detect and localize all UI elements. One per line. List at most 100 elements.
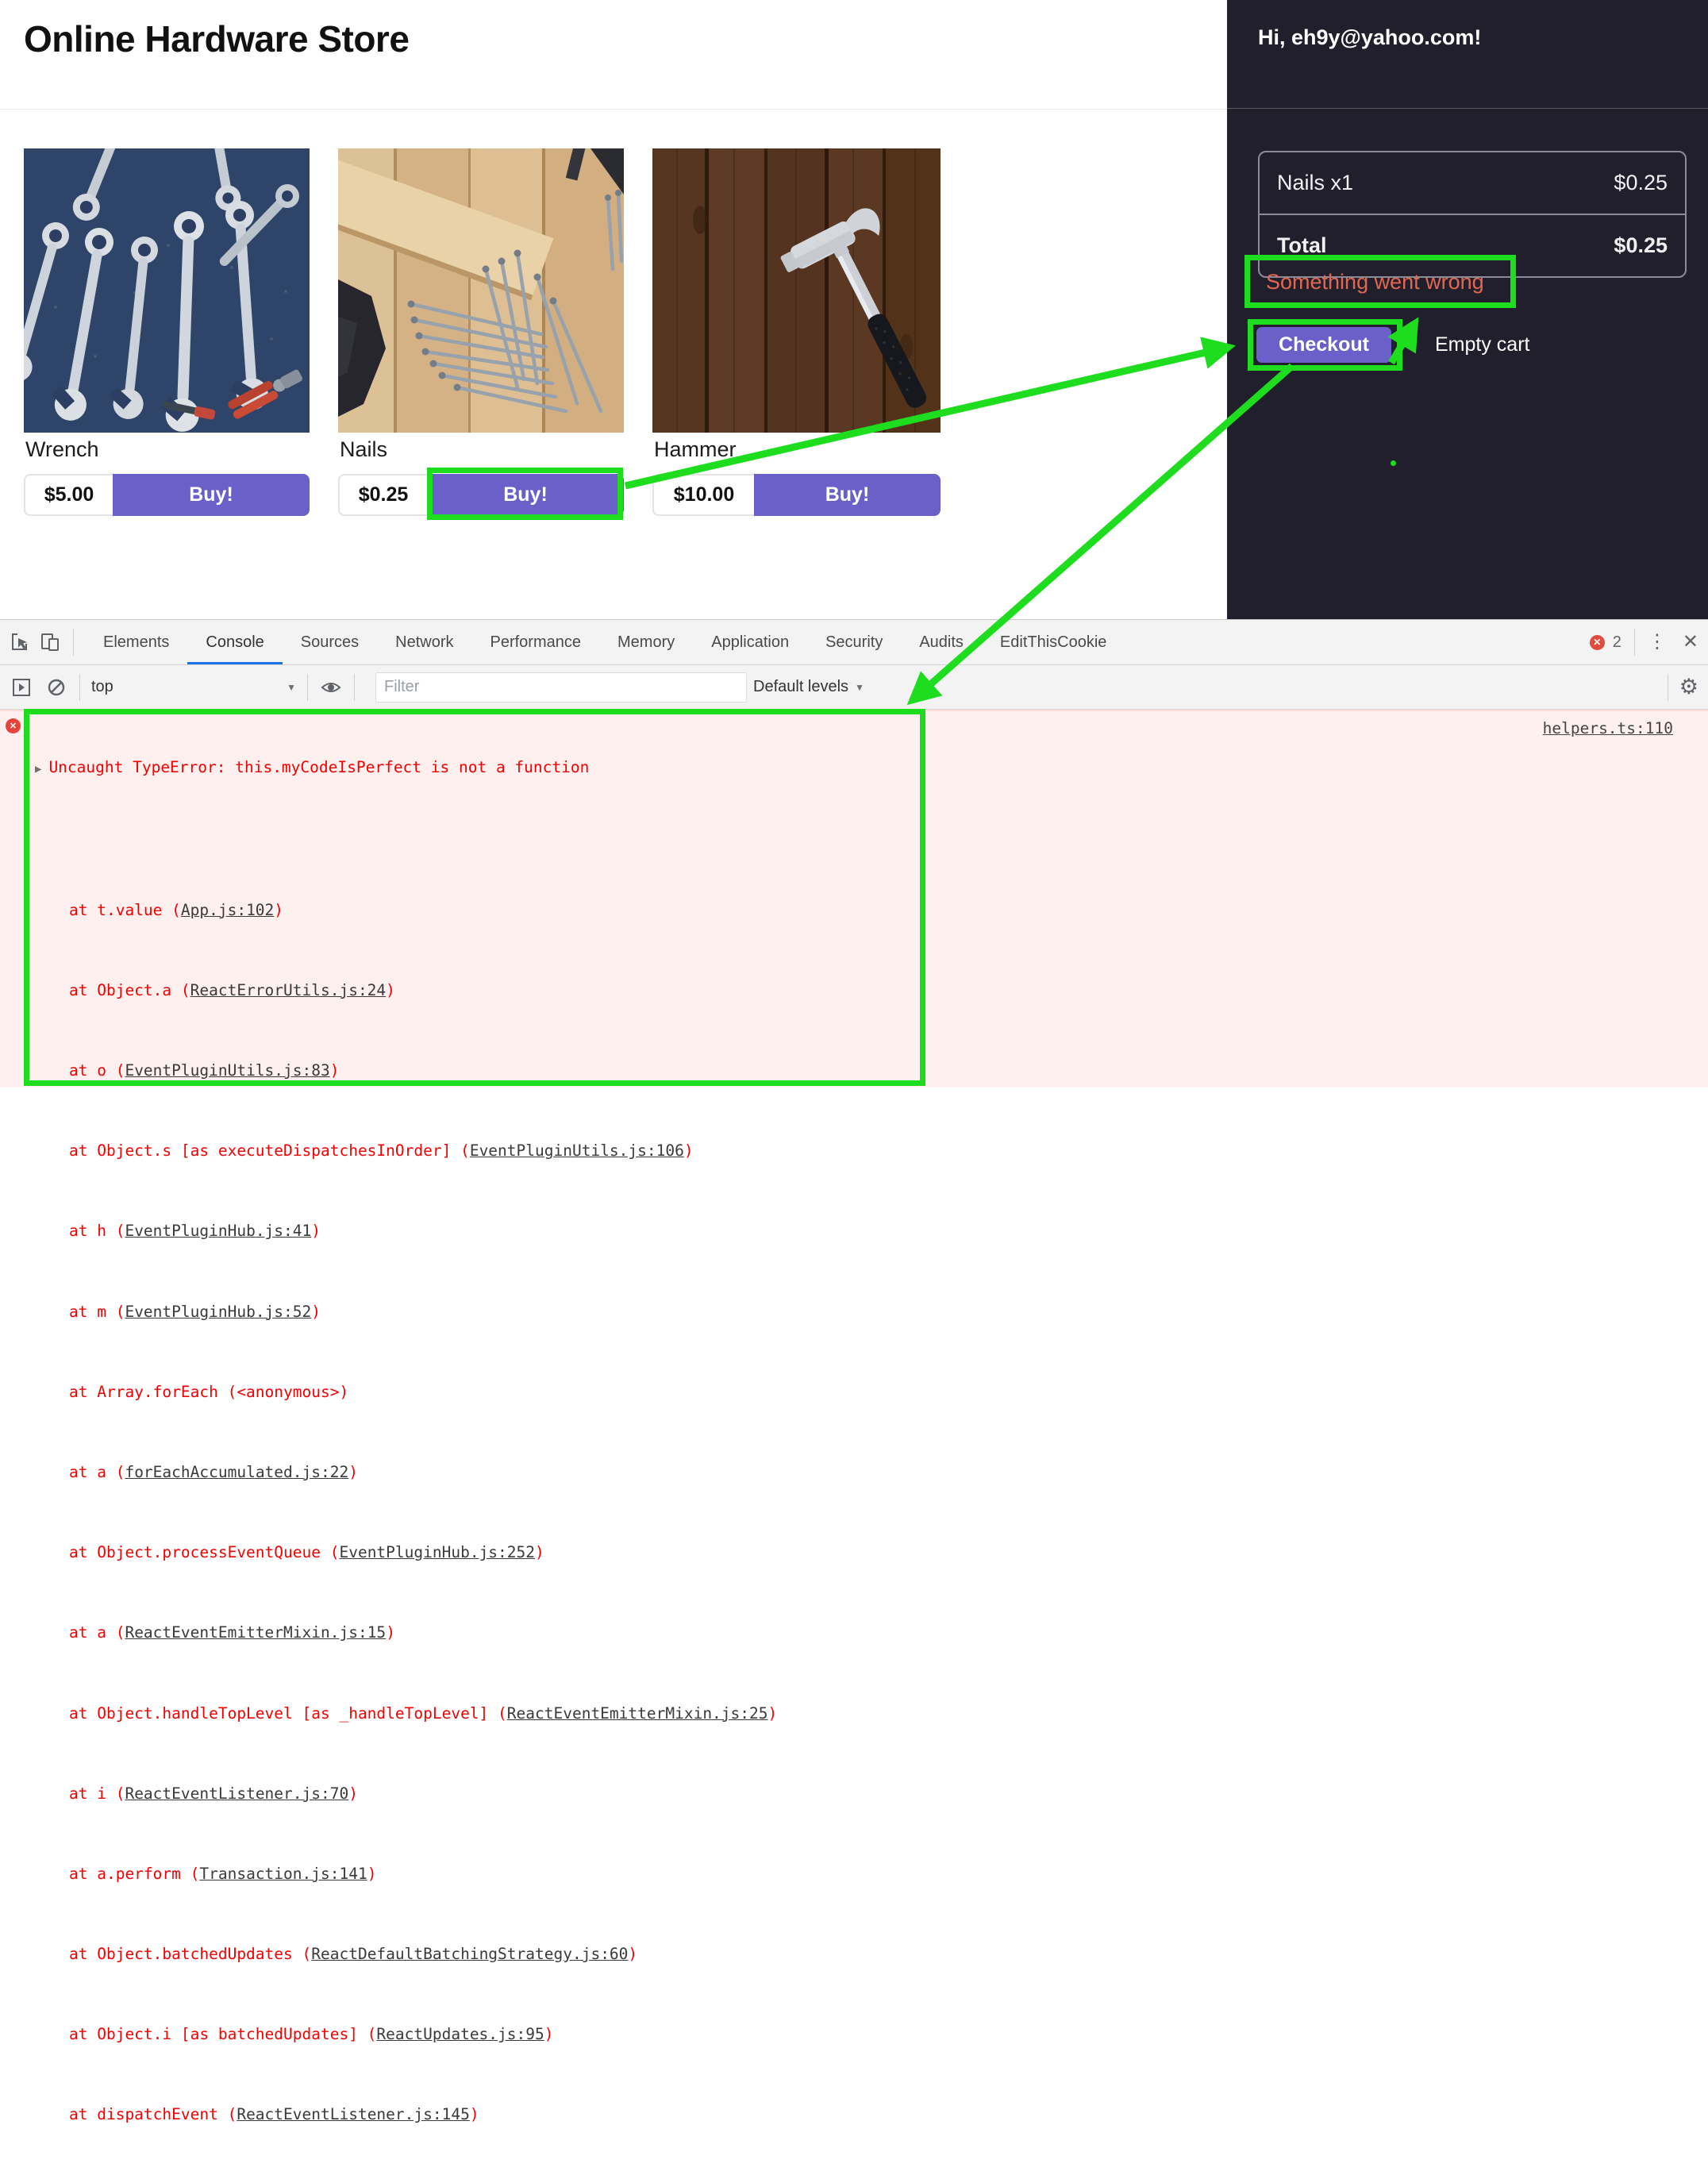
product-price: $5.00 xyxy=(24,474,113,516)
source-link[interactable]: EventPluginUtils.js:106 xyxy=(470,1141,684,1160)
clear-console-icon[interactable] xyxy=(44,676,68,699)
sidebar-divider xyxy=(1227,108,1708,109)
devtools-tab[interactable]: Application xyxy=(693,620,807,664)
chevron-down-icon: ▼ xyxy=(287,682,296,693)
product-card-nails: Nails $0.25 Buy! xyxy=(338,148,624,522)
device-toolbar-icon[interactable] xyxy=(38,630,62,654)
stack-frame: at Object.handleTopLevel [as _handleTopL… xyxy=(35,1703,916,1723)
context-selector[interactable]: top ▼ xyxy=(91,678,296,696)
devtools-tabbar: Elements Console Sources Network xyxy=(0,620,1708,665)
console-messages: ✕ ▶Uncaught TypeError: this.myCodeIsPerf… xyxy=(0,710,1708,1088)
cart-table: Nails x1 $0.25 Total $0.25 xyxy=(1258,151,1687,278)
source-link[interactable]: ReactErrorUtils.js:24 xyxy=(190,981,387,999)
error-icon: ✕ xyxy=(6,718,21,733)
price-row: $5.00 Buy! xyxy=(24,474,310,516)
product-price: $0.25 xyxy=(338,474,427,516)
devtools-tab[interactable]: Sources xyxy=(283,620,377,664)
stack-frame: at a.perform (Transaction.js:141) xyxy=(35,1864,916,1884)
devtools-tab[interactable]: Memory xyxy=(599,620,693,664)
product-image-nails xyxy=(338,148,624,433)
stack-frame: at Object.a (ReactErrorUtils.js:24) xyxy=(35,980,916,1000)
tab-label: Security xyxy=(825,633,883,652)
stack-frame: at dispatchEvent (ReactEventListener.js:… xyxy=(35,2104,916,2124)
source-link[interactable]: EventPluginHub.js:52 xyxy=(125,1303,311,1321)
console-sidebar-icon[interactable] xyxy=(10,676,33,699)
source-link[interactable]: ReactDefaultBatchingStrategy.js:60 xyxy=(311,1945,628,1963)
source-link[interactable]: ReactEventListener.js:70 xyxy=(125,1784,348,1803)
tab-label: Memory xyxy=(617,633,675,652)
stack-frame: at t.value (App.js:102) xyxy=(35,900,916,920)
settings-gear-icon[interactable]: ⚙ xyxy=(1679,675,1698,699)
devtools-tab[interactable]: Network xyxy=(377,620,471,664)
cart-item-price: $0.25 xyxy=(1614,233,1668,258)
cart-item-price: $0.25 xyxy=(1614,171,1668,195)
empty-cart-button[interactable]: Empty cart xyxy=(1435,327,1529,363)
toolbar-divider xyxy=(307,674,308,701)
cart-item-label: Nails x1 xyxy=(1277,171,1353,195)
devtools-panel: Elements Console Sources Network xyxy=(0,619,1708,1088)
chevron-down-icon: ▼ xyxy=(855,682,864,693)
product-name: Nails xyxy=(340,437,387,462)
product-card-wrench: Wrench $5.00 Buy! xyxy=(24,148,310,522)
devtools-tab[interactable]: Audits xyxy=(901,620,982,664)
page: Online Hardware Store xyxy=(0,0,1708,1088)
cart-item-label: Total xyxy=(1277,233,1327,258)
devtools-tab[interactable]: Console xyxy=(187,620,282,664)
console-error-block: ▶Uncaught TypeError: this.myCodeIsPerfec… xyxy=(35,717,916,2175)
stack-frame: at Object.i [as batchedUpdates] (ReactUp… xyxy=(35,2024,916,2044)
price-row: $10.00 Buy! xyxy=(652,474,941,516)
context-selector-value: top xyxy=(91,678,113,696)
source-link[interactable]: EventPluginUtils.js:83 xyxy=(125,1061,329,1080)
expand-triangle-icon[interactable]: ▶ xyxy=(35,763,41,776)
source-link[interactable]: forEachAccumulated.js:22 xyxy=(125,1463,348,1481)
cart-row: Total $0.25 xyxy=(1260,214,1685,276)
product-price: $10.00 xyxy=(652,474,754,516)
buy-button-hammer[interactable]: Buy! xyxy=(754,474,941,516)
source-link[interactable]: EventPluginHub.js:41 xyxy=(125,1222,311,1240)
toolbar-divider xyxy=(73,629,74,656)
devtools-tab[interactable]: Security xyxy=(807,620,901,664)
product-card-hammer: Hammer $10.00 Buy! xyxy=(652,148,941,522)
stack-frame: at a (forEachAccumulated.js:22) xyxy=(35,1462,916,1482)
console-error-title: ▶Uncaught TypeError: this.myCodeIsPerfec… xyxy=(35,757,916,780)
devtools-tabs: Elements Console Sources Network xyxy=(85,620,1125,664)
tab-label: Elements xyxy=(103,633,169,652)
stack-frame: at Array.forEach (<anonymous>) xyxy=(35,1382,916,1402)
annotation-dot xyxy=(1391,460,1396,466)
tab-label: Network xyxy=(395,633,453,652)
toolbar-divider xyxy=(354,674,355,701)
stack-frame: at a (ReactEventEmitterMixin.js:15) xyxy=(35,1623,916,1642)
filter-input[interactable] xyxy=(375,672,747,703)
source-link[interactable]: ReactEventListener.js:145 xyxy=(237,2105,470,2123)
buy-button-nails[interactable]: Buy! xyxy=(427,474,624,516)
cart-sidebar: Hi, eh9y@yahoo.com! Nails x1 $0.25 Total… xyxy=(1227,0,1708,619)
console-toolbar: top ▼ Default levels ▼ ⚙ xyxy=(0,665,1708,710)
devtools-tab[interactable]: Performance xyxy=(472,620,600,664)
source-link[interactable]: App.js:102 xyxy=(181,901,274,919)
kebab-menu-icon[interactable]: ⋮ xyxy=(1648,633,1667,652)
eye-icon[interactable] xyxy=(319,676,343,699)
tab-label: Application xyxy=(711,633,789,652)
stack-frame: at o (EventPluginUtils.js:83) xyxy=(35,1061,916,1080)
devtools-tabbar-right: ✕ 2 ⋮ ✕ xyxy=(1590,629,1698,656)
source-link[interactable]: ReactEventEmitterMixin.js:25 xyxy=(507,1704,768,1723)
source-link[interactable]: Transaction.js:141 xyxy=(199,1865,367,1883)
devtools-tab[interactable]: Elements xyxy=(85,620,187,664)
close-icon[interactable]: ✕ xyxy=(1683,633,1698,652)
devtools-tab[interactable]: EditThisCookie xyxy=(982,620,1125,664)
source-link[interactable]: EventPluginHub.js:252 xyxy=(339,1543,535,1561)
inspect-icon[interactable] xyxy=(8,630,32,654)
source-link[interactable]: ReactEventEmitterMixin.js:15 xyxy=(125,1623,386,1642)
log-levels-dropdown[interactable]: Default levels ▼ xyxy=(753,678,864,696)
stack-frame: at m (EventPluginHub.js:52) xyxy=(35,1302,916,1322)
buy-button-wrench[interactable]: Buy! xyxy=(113,474,310,516)
console-error-location-link[interactable]: helpers.ts:110 xyxy=(1543,719,1673,737)
tab-label: Audits xyxy=(919,633,964,652)
tab-label: EditThisCookie xyxy=(1000,633,1107,652)
source-link[interactable]: ReactUpdates.js:95 xyxy=(376,2025,544,2043)
product-name: Hammer xyxy=(654,437,737,462)
price-row: $0.25 Buy! xyxy=(338,474,624,516)
page-title: Online Hardware Store xyxy=(24,17,409,60)
checkout-error-message: Something went wrong xyxy=(1266,270,1484,294)
checkout-button[interactable]: Checkout xyxy=(1256,327,1391,363)
